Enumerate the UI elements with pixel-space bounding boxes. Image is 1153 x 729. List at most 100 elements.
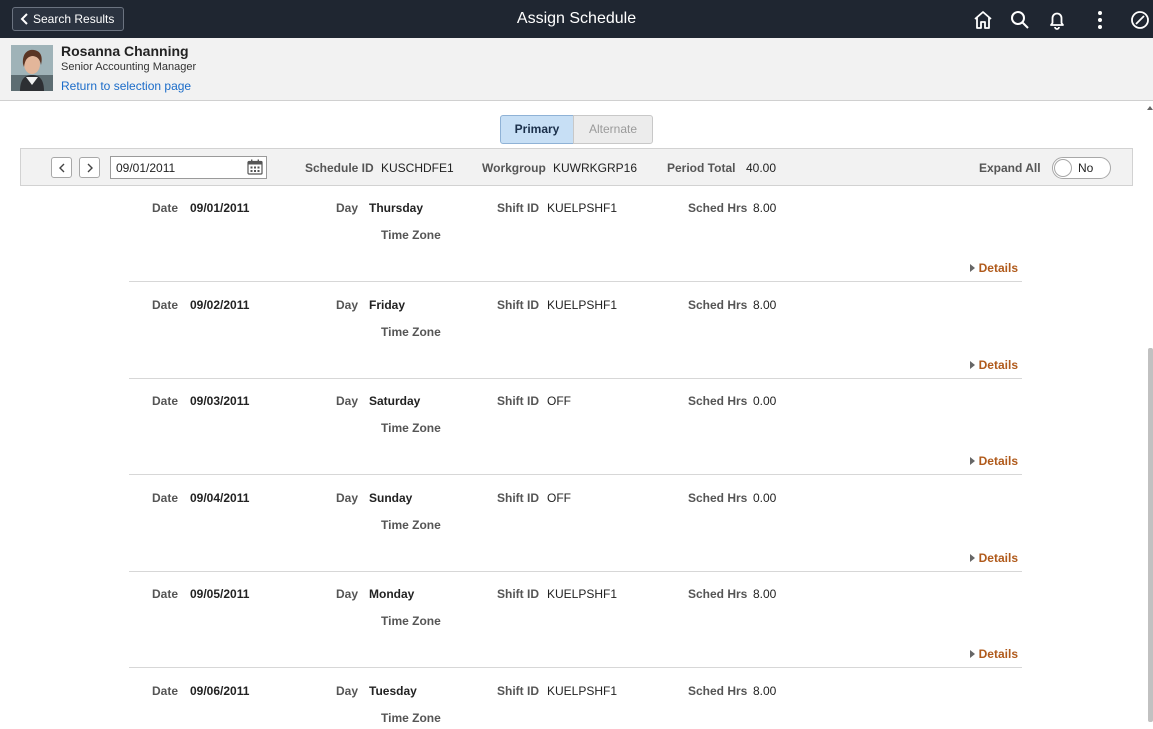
schedule-row: Date 09/06/2011 Day Tuesday Shift ID KUELPSHF…: [129, 669, 1022, 729]
top-banner: Search Results Assign Schedule: [0, 0, 1153, 38]
search-icon[interactable]: [1009, 9, 1031, 31]
shift-id-label: Shift ID: [497, 298, 539, 312]
sched-hrs-label: Sched Hrs: [688, 491, 748, 505]
shift-id-value: KUELPSHF1: [547, 684, 618, 698]
schedule-row: Date 09/02/2011 Day Friday Shift ID KUELPSHF1…: [129, 283, 1022, 379]
date-label: Date: [152, 394, 179, 408]
day-label: Day: [336, 298, 359, 312]
time-zone-label: Time Zone: [381, 325, 441, 339]
date-label: Date: [152, 298, 179, 312]
period-total-value: 40.00: [746, 161, 777, 175]
sched-hrs-value: 8.00: [753, 298, 777, 312]
chevron-right-icon: [87, 163, 93, 172]
caret-right-icon: [969, 264, 975, 272]
schedule-id-label: Schedule ID: [305, 161, 374, 175]
expand-all-value: No: [1078, 161, 1094, 175]
details-link-label: Details: [978, 454, 1018, 468]
details-link-label: Details: [978, 261, 1018, 275]
day-label: Day: [336, 491, 359, 505]
date-field[interactable]: [110, 156, 267, 179]
date-value: 09/05/2011: [190, 587, 250, 601]
details-link-label: Details: [978, 647, 1018, 661]
shift-id-label: Shift ID: [497, 587, 539, 601]
workgroup-value: KUWRKGRP16: [553, 161, 638, 175]
schedule-id-value: KUSCHDFE1: [381, 161, 454, 175]
details-link[interactable]: Details: [969, 647, 1018, 661]
details-link-label: Details: [978, 358, 1018, 372]
schedule-row: Date 09/04/2011 Day Sunday Shift ID OFF Sched …: [129, 476, 1022, 572]
schedule-filter-bar: Schedule ID KUSCHDFE1 Workgroup KUWRKGRP…: [20, 148, 1133, 186]
time-zone-label: Time Zone: [381, 614, 441, 628]
caret-right-icon: [969, 554, 975, 562]
day-value: Saturday: [369, 394, 421, 408]
time-zone-label: Time Zone: [381, 518, 441, 532]
details-link[interactable]: Details: [969, 551, 1018, 565]
sched-hrs-label: Sched Hrs: [688, 201, 748, 215]
expand-all-toggle[interactable]: No: [1052, 157, 1111, 179]
calendar-icon[interactable]: [247, 159, 263, 175]
date-label: Date: [152, 491, 179, 505]
toggle-knob: [1054, 159, 1072, 177]
navbar-compass-icon[interactable]: [1129, 9, 1151, 31]
day-label: Day: [336, 201, 359, 215]
shift-id-value: KUELPSHF1: [547, 298, 618, 312]
shift-id-label: Shift ID: [497, 491, 539, 505]
day-value: Tuesday: [369, 684, 417, 698]
date-value: 09/01/2011: [190, 201, 250, 215]
shift-id-value: OFF: [547, 491, 571, 505]
bell-icon[interactable]: [1046, 9, 1068, 31]
sched-hrs-value: 8.00: [753, 587, 777, 601]
sched-hrs-label: Sched Hrs: [688, 394, 748, 408]
date-label: Date: [152, 684, 179, 698]
sched-hrs-value: 8.00: [753, 684, 777, 698]
sched-hrs-label: Sched Hrs: [688, 298, 748, 312]
scroll-up-arrow[interactable]: [1147, 104, 1153, 112]
sched-hrs-value: 0.00: [753, 491, 777, 505]
date-label: Date: [152, 201, 179, 215]
avatar: [11, 45, 53, 91]
details-link[interactable]: Details: [969, 358, 1018, 372]
time-zone-label: Time Zone: [381, 228, 441, 242]
caret-right-icon: [969, 361, 975, 369]
shift-id-label: Shift ID: [497, 394, 539, 408]
day-value: Sunday: [369, 491, 413, 505]
shift-id-value: KUELPSHF1: [547, 587, 618, 601]
shift-id-value: OFF: [547, 394, 571, 408]
day-label: Day: [336, 684, 359, 698]
day-label: Day: [336, 587, 359, 601]
caret-right-icon: [969, 650, 975, 658]
employee-header: Rosanna Channing Senior Accounting Manag…: [0, 38, 1153, 101]
schedule-row: Date 09/01/2011 Day Thursday Shift ID KUELPSH…: [129, 186, 1022, 282]
return-to-selection-link[interactable]: Return to selection page: [61, 79, 191, 93]
shift-id-label: Shift ID: [497, 201, 539, 215]
sched-hrs-label: Sched Hrs: [688, 684, 748, 698]
sched-hrs-value: 0.00: [753, 394, 777, 408]
details-link[interactable]: Details: [969, 454, 1018, 468]
sched-hrs-label: Sched Hrs: [688, 587, 748, 601]
employee-job-title: Senior Accounting Manager: [61, 61, 197, 73]
chevron-left-icon: [58, 163, 64, 172]
date-value: 09/03/2011: [190, 394, 250, 408]
shift-id-value: KUELPSHF1: [547, 201, 618, 215]
alternate-segment-button[interactable]: Alternate: [573, 115, 653, 144]
workgroup-label: Workgroup: [482, 161, 546, 175]
details-link[interactable]: Details: [969, 261, 1018, 275]
primary-segment-button[interactable]: Primary: [500, 115, 574, 144]
previous-period-button[interactable]: [51, 157, 72, 178]
day-label: Day: [336, 394, 359, 408]
time-zone-label: Time Zone: [381, 421, 441, 435]
details-link-label: Details: [978, 551, 1018, 565]
date-value: 09/04/2011: [190, 491, 250, 505]
next-period-button[interactable]: [79, 157, 100, 178]
scrollbar-thumb[interactable]: [1148, 348, 1153, 722]
day-value: Thursday: [369, 201, 424, 215]
date-value: 09/02/2011: [190, 298, 250, 312]
date-label: Date: [152, 587, 179, 601]
schedule-row: Date 09/03/2011 Day Saturday Shift ID OFF Sche…: [129, 379, 1022, 475]
actions-menu-icon[interactable]: [1089, 9, 1111, 31]
caret-right-icon: [969, 457, 975, 465]
home-icon[interactable]: [972, 9, 994, 31]
sched-hrs-value: 8.00: [753, 201, 777, 215]
period-total-label: Period Total: [667, 161, 736, 175]
expand-all-label: Expand All: [979, 161, 1041, 175]
